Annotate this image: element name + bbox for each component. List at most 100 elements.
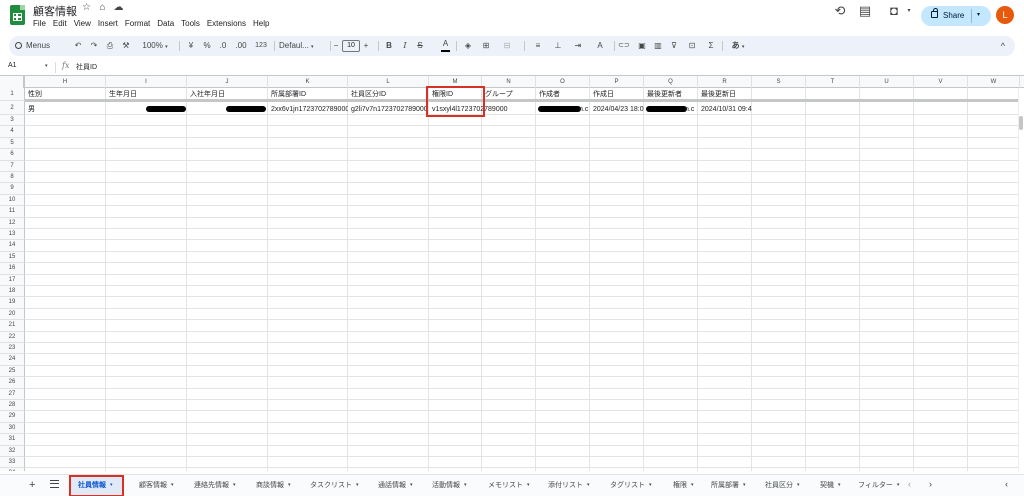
share-button[interactable]: Share ▾	[921, 6, 991, 26]
row-header-15[interactable]: 15	[0, 251, 25, 264]
column-header-V[interactable]: V	[914, 76, 968, 88]
row-header-1[interactable]: 1	[0, 88, 25, 101]
row-header-25[interactable]: 25	[0, 365, 25, 378]
name-box[interactable]: A1	[8, 62, 17, 69]
row-header-13[interactable]: 13	[0, 229, 25, 241]
column-header-S[interactable]: S	[752, 76, 806, 88]
move-folder-icon[interactable]: ⌂	[96, 2, 109, 13]
cell-Q2-suffix[interactable]: n.c	[685, 104, 698, 115]
formula-input[interactable]: 社員ID	[76, 62, 97, 72]
column-header-J[interactable]: J	[187, 76, 268, 88]
column-header-R[interactable]: R	[698, 76, 752, 88]
sheets-logo-icon[interactable]	[10, 5, 25, 25]
zoom-select[interactable]: 100% ▾	[137, 36, 173, 56]
cell-K1[interactable]: 所属部署ID	[268, 89, 348, 100]
menu-extensions[interactable]: Extensions	[207, 19, 246, 28]
input-tools-icon[interactable]: あ ▾	[727, 36, 749, 56]
sheet-tab-10[interactable]: タグリスト ▾	[602, 475, 658, 496]
menu-tools[interactable]: Tools	[181, 19, 200, 28]
sheet-tab-dropdown-icon[interactable]: ▾	[797, 482, 800, 488]
row-header-18[interactable]: 18	[0, 286, 25, 298]
merge-cells-icon[interactable]: ⊟	[497, 36, 517, 56]
share-dropdown-icon[interactable]: ▾	[977, 11, 980, 18]
sheet-tab-9[interactable]: 添付リスト ▾	[540, 475, 596, 496]
row-header-17[interactable]: 17	[0, 274, 25, 286]
increase-decimal-button[interactable]: .00	[233, 36, 249, 56]
italic-button[interactable]: I	[399, 36, 411, 56]
account-avatar[interactable]: L	[996, 6, 1014, 24]
menu-view[interactable]: View	[74, 19, 91, 28]
sheet-tab-dropdown-icon[interactable]: ▾	[233, 482, 236, 488]
fill-color-icon[interactable]: ◈	[461, 36, 475, 56]
sheet-tab-8[interactable]: メモリスト ▾	[480, 475, 534, 496]
font-size-increase-button[interactable]: +	[361, 36, 371, 56]
undo-icon[interactable]: ↶	[71, 36, 85, 56]
select-all-corner[interactable]	[0, 76, 25, 88]
menu-file[interactable]: File	[33, 19, 46, 28]
all-sheets-icon[interactable]	[50, 480, 59, 488]
row-header-24[interactable]: 24	[0, 354, 25, 366]
sheet-tab-2[interactable]: 顧客情報 ▾	[131, 475, 179, 496]
row-header-29[interactable]: 29	[0, 411, 25, 423]
cell-J1[interactable]: 入社年月日	[187, 89, 267, 100]
spreadsheet-grid[interactable]: HIJKLMNOPQRSTUVW 1 2 3 4 5 6 7 8 9 10 11 12 13 14 15 16…	[0, 75, 1024, 471]
sheet-tab-dropdown-icon[interactable]: ▾	[171, 482, 174, 488]
text-wrap-icon[interactable]: ⇥	[569, 36, 587, 56]
font-family-select[interactable]: Defaul... ▾	[279, 36, 327, 56]
row-header-26[interactable]: 26	[0, 377, 25, 389]
row-header-3[interactable]: 3	[0, 115, 25, 127]
insert-link-icon[interactable]: ⊂⊃	[617, 36, 631, 56]
tabs-scroll-left-icon[interactable]: ‹	[908, 479, 911, 489]
cell-R1[interactable]: 最後更新日	[698, 89, 752, 100]
row-header-4[interactable]: 4	[0, 126, 25, 138]
vertical-scrollbar[interactable]	[1018, 88, 1024, 471]
row-header-16[interactable]: 16	[0, 263, 25, 275]
row-header-34[interactable]: 34	[0, 468, 25, 471]
cell-R2[interactable]: 2024/10/31 09:4	[698, 104, 758, 115]
sheet-tab-dropdown-icon[interactable]: ▾	[527, 482, 530, 488]
text-color-button[interactable]: A	[441, 39, 450, 52]
sheet-tab-7[interactable]: 活動情報 ▾	[424, 475, 474, 496]
sheet-tab-dropdown-icon[interactable]: ▾	[410, 482, 413, 488]
sheet-tab-dropdown-icon[interactable]: ▾	[743, 482, 746, 488]
sheet-tab-dropdown-icon[interactable]: ▾	[464, 482, 467, 488]
column-header-Q[interactable]: Q	[644, 76, 698, 88]
star-icon[interactable]: ☆	[80, 2, 93, 13]
menu-insert[interactable]: Insert	[98, 19, 118, 28]
row-header-7[interactable]: 7	[0, 160, 25, 172]
sheet-tab-4[interactable]: 商談情報 ▾	[248, 475, 296, 496]
sheet-tab-dropdown-icon[interactable]: ▾	[897, 482, 900, 488]
column-header-P[interactable]: P	[590, 76, 644, 88]
column-header-O[interactable]: O	[536, 76, 590, 88]
menu-help[interactable]: Help	[253, 19, 269, 28]
borders-icon[interactable]: ⊞	[479, 36, 493, 56]
row-header-22[interactable]: 22	[0, 331, 25, 343]
sheet-tab-13[interactable]: 社員区分 ▾	[757, 475, 805, 496]
collapse-sidepanel-icon[interactable]: ‹	[1005, 479, 1008, 489]
add-sheet-icon[interactable]: +	[29, 479, 35, 491]
row-header-12[interactable]: 12	[0, 217, 25, 229]
cell-P1[interactable]: 作成日	[590, 89, 644, 100]
cell-N1[interactable]: グループ	[482, 89, 536, 100]
collapse-toolbar-icon[interactable]: ^	[1001, 36, 1005, 56]
row-header-5[interactable]: 5	[0, 137, 25, 150]
menu-format[interactable]: Format	[125, 19, 150, 28]
menu-data[interactable]: Data	[157, 19, 174, 28]
sheet-tab-dropdown-icon[interactable]: ▾	[288, 482, 291, 488]
sheet-tab-dropdown-icon[interactable]: ▾	[691, 482, 694, 488]
decrease-decimal-button[interactable]: .0	[216, 36, 230, 56]
text-rotation-icon[interactable]: A	[591, 36, 609, 56]
font-size-decrease-button[interactable]: −	[331, 36, 341, 56]
sheet-tab-dropdown-icon[interactable]: ▾	[356, 482, 359, 488]
row-header-30[interactable]: 30	[0, 422, 25, 435]
currency-format-button[interactable]: ¥	[185, 36, 197, 56]
font-size-input[interactable]: 10	[342, 40, 360, 52]
horizontal-align-icon[interactable]: ≡	[529, 36, 547, 56]
filter-icon[interactable]: ⊽	[667, 36, 681, 56]
filter-views-icon[interactable]: ⊡	[683, 36, 701, 56]
menu-edit[interactable]: Edit	[53, 19, 67, 28]
cell-H2[interactable]: 男	[25, 104, 105, 115]
row-header-31[interactable]: 31	[0, 434, 25, 446]
sheet-tab-5[interactable]: タスクリスト ▾	[302, 475, 364, 496]
sheet-tab-12[interactable]: 所属部署 ▾	[703, 475, 751, 496]
